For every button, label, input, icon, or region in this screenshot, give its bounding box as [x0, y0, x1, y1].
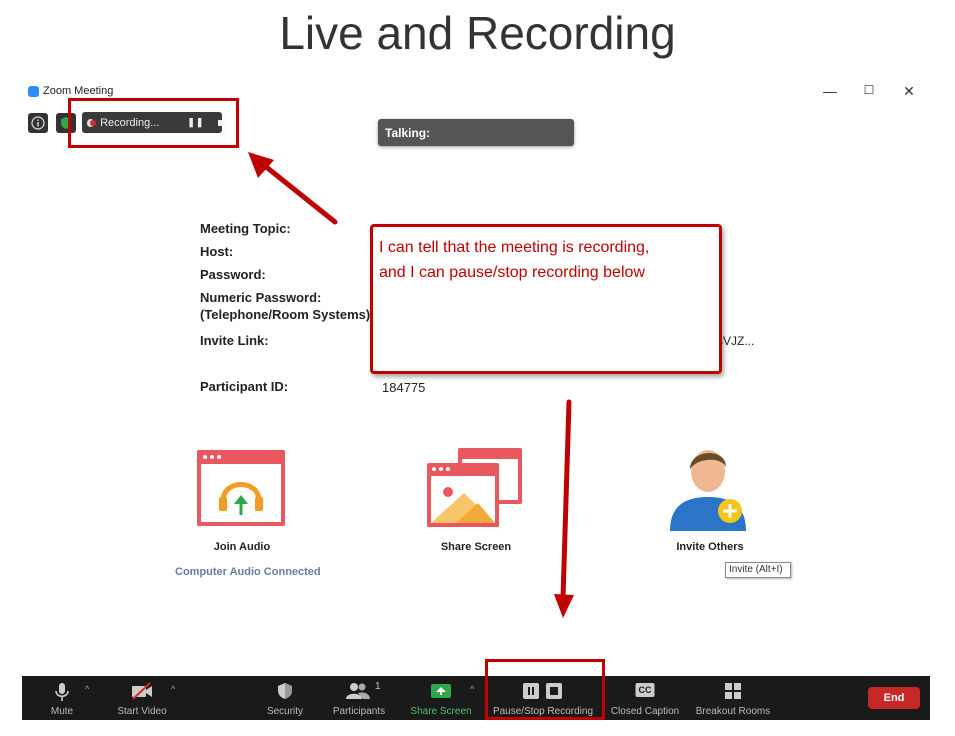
annotation-callout: I can tell that the meeting is recording…: [370, 224, 722, 374]
breakout-rooms-icon: [725, 683, 741, 699]
breakout-rooms-label: Breakout Rooms: [695, 706, 771, 717]
participants-icon: [346, 683, 370, 699]
mute-button[interactable]: Mute: [42, 676, 82, 720]
invite-others-tile[interactable]: [668, 443, 752, 538]
close-button[interactable]: ✕: [901, 83, 917, 100]
maximize-button[interactable]: ☐: [861, 83, 877, 97]
start-video-button[interactable]: Start Video: [110, 676, 174, 720]
window-title-bar: Zoom Meeting: [28, 85, 113, 97]
share-screen-toolbar-label: Share Screen: [410, 706, 472, 717]
window-title: Zoom Meeting: [43, 85, 114, 97]
mute-label: Mute: [50, 706, 74, 717]
zoom-logo-icon: [28, 85, 39, 97]
video-off-icon: [132, 682, 152, 700]
participants-label: Participants: [332, 706, 386, 717]
numeric-password-label: Numeric Password:: [200, 290, 322, 305]
share-screen-tile[interactable]: [426, 447, 524, 534]
participants-count: 1: [375, 681, 381, 692]
invite-tooltip: Invite (Alt+I): [725, 562, 791, 578]
join-audio-label: Join Audio: [213, 541, 271, 553]
annotation-arrow-down: [554, 399, 574, 618]
headphones-icon: [197, 450, 285, 526]
talking-label: Talking:: [385, 125, 431, 140]
share-screen-icon: [427, 448, 522, 527]
invite-link-label: Invite Link:: [200, 333, 269, 348]
invite-others-label: Invite Others: [676, 541, 744, 553]
info-icon: [31, 116, 45, 130]
closed-caption-icon: CC: [635, 683, 655, 697]
recording-highlight-box: [68, 98, 239, 148]
breakout-rooms-button[interactable]: Breakout Rooms: [692, 676, 774, 720]
participant-id-label: Participant ID:: [200, 379, 289, 394]
share-options-caret[interactable]: ^: [467, 676, 481, 720]
closed-caption-button[interactable]: CC Closed Caption: [608, 676, 682, 720]
share-screen-label: Share Screen: [440, 541, 512, 553]
participants-button[interactable]: 1 Participants: [327, 676, 391, 720]
slide-title: Live and Recording: [279, 7, 676, 59]
pause-stop-highlight-box: [485, 659, 605, 720]
microphone-icon: [55, 683, 69, 701]
add-person-icon: [670, 450, 746, 531]
shield-icon: [278, 683, 292, 699]
callout-line-2: and I can pause/stop recording below: [379, 264, 645, 281]
annotation-arrow-up: [248, 152, 338, 225]
caret-up-icon: ^: [470, 684, 475, 694]
meeting-info-button[interactable]: [28, 113, 48, 133]
host-label: Host:: [200, 244, 234, 259]
join-audio-tile[interactable]: [196, 449, 286, 532]
security-button[interactable]: Security: [260, 676, 310, 720]
start-video-label: Start Video: [117, 706, 167, 717]
end-meeting-button[interactable]: End: [868, 687, 920, 709]
share-screen-button[interactable]: Share Screen: [407, 676, 475, 720]
caret-up-icon: ^: [171, 684, 176, 694]
meeting-topic-label: Meeting Topic:: [200, 221, 291, 236]
talking-indicator: Talking:: [378, 119, 574, 146]
audio-status: Computer Audio Connected: [175, 566, 321, 578]
video-options-caret[interactable]: ^: [168, 676, 182, 720]
participant-id-value: 184775: [382, 380, 426, 395]
security-label: Security: [266, 706, 304, 717]
meeting-toolbar: Mute ^ Start Video ^ Security 1 Particip…: [22, 676, 930, 720]
password-label: Password:: [200, 267, 266, 282]
closed-caption-label: Closed Caption: [610, 706, 680, 717]
numeric-password-sublabel: (Telephone/Room Systems): [200, 307, 371, 322]
share-screen-arrow-icon: [431, 684, 451, 698]
invite-link-value[interactable]: sVJZ...: [717, 334, 754, 348]
minimize-button[interactable]: —: [822, 83, 838, 99]
audio-options-caret[interactable]: ^: [82, 676, 96, 720]
callout-line-1: I can tell that the meeting is recording…: [379, 239, 650, 256]
caret-up-icon: ^: [85, 684, 90, 694]
